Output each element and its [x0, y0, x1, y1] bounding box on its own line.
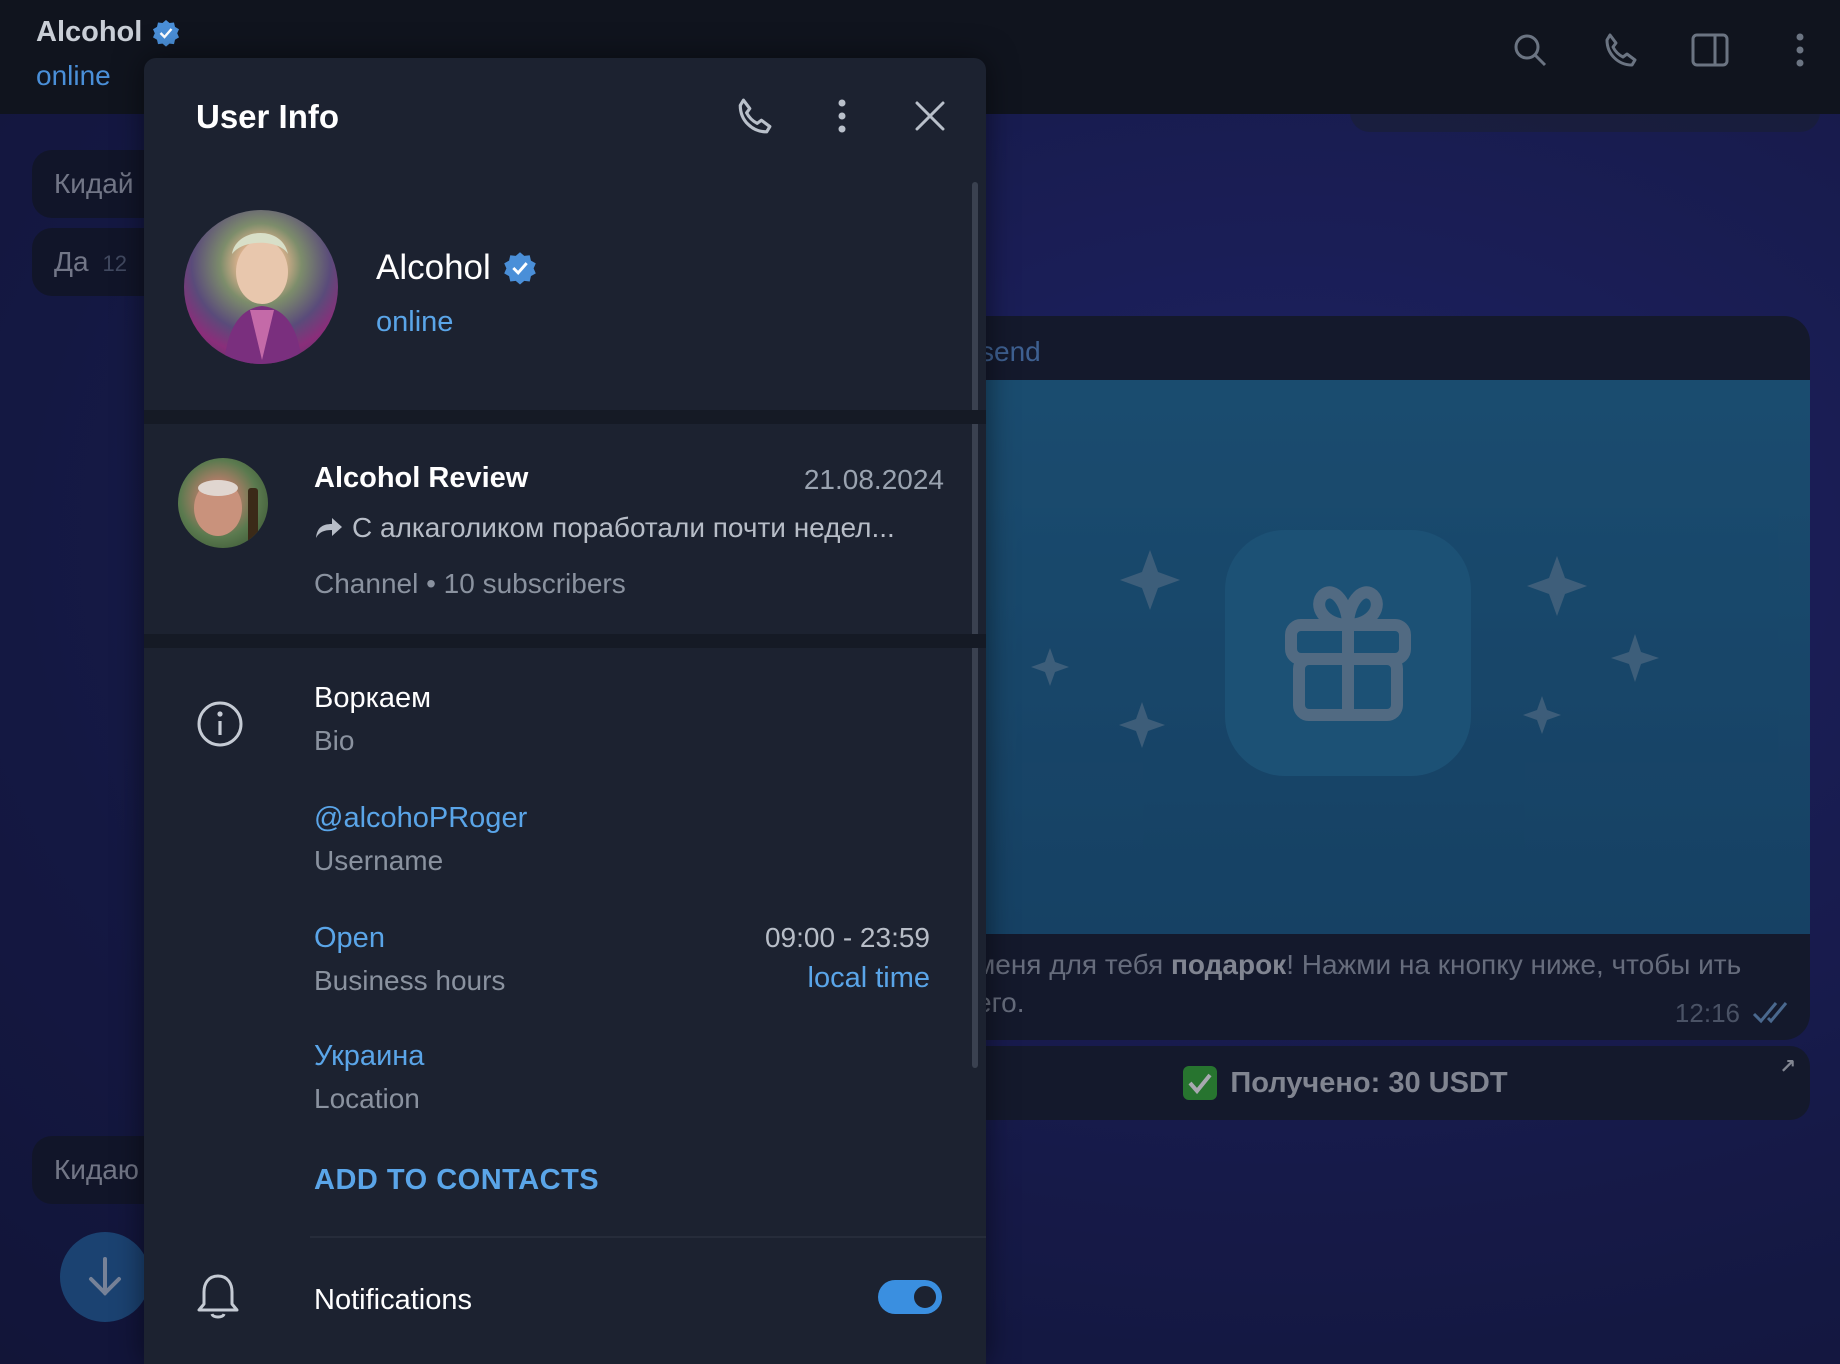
- business-hours-label: Business hours: [314, 965, 506, 996]
- user-info-panel: User Info Alcohol online Alcohol Review …: [144, 58, 986, 1364]
- more-menu-icon[interactable]: [822, 96, 862, 136]
- info-icon: [196, 700, 244, 753]
- channel-meta: Channel • 10 subscribers: [314, 568, 626, 599]
- info-section: Воркаем Bio @alcohoPRoger Username Open …: [144, 648, 986, 1364]
- notifications-toggle[interactable]: [878, 1280, 942, 1314]
- bell-icon: [196, 1272, 240, 1325]
- channel-last-message: С алкаголиком поработали почти недел...: [314, 512, 934, 544]
- panel-title: User Info: [196, 98, 340, 135]
- business-hours-row[interactable]: Open Business hours: [314, 922, 505, 997]
- personal-channel[interactable]: Alcohol Review 21.08.2024 С алкаголиком …: [144, 424, 986, 634]
- username-row[interactable]: @alcohoPRoger Username: [314, 802, 527, 877]
- section-separator: [144, 410, 986, 424]
- notifications-label: Notifications: [314, 1284, 472, 1316]
- profile-name-text: Alcohol: [376, 248, 491, 287]
- channel-date: 21.08.2024: [803, 464, 944, 495]
- location-label: Location: [314, 1083, 420, 1114]
- business-status: Open: [314, 922, 385, 954]
- phone-icon[interactable]: [734, 96, 774, 136]
- channel-name: Alcohol Review: [314, 462, 529, 494]
- business-hours-value: 09:00 - 23:59: [764, 922, 930, 953]
- bio-value: Воркаем: [314, 682, 432, 714]
- username-label: Username: [314, 845, 444, 876]
- section-separator: [144, 634, 986, 648]
- verified-icon: [504, 252, 536, 285]
- sidebar-toggle-icon[interactable]: [1690, 30, 1730, 70]
- local-time-toggle[interactable]: local time: [765, 962, 931, 995]
- channel-message-text: С алкаголиком поработали почти недел...: [352, 512, 895, 543]
- chat-status: online: [36, 60, 111, 91]
- add-to-contacts-button[interactable]: ADD TO CONTACTS: [314, 1164, 599, 1197]
- profile-section: Alcohol online: [144, 176, 986, 410]
- location-row[interactable]: Украина Location: [314, 1040, 424, 1115]
- divider: [310, 1236, 986, 1238]
- search-icon[interactable]: [1510, 30, 1550, 70]
- channel-avatar: [178, 458, 268, 548]
- phone-icon[interactable]: [1600, 30, 1640, 70]
- avatar[interactable]: [184, 210, 338, 364]
- toggle-knob: [910, 1282, 940, 1312]
- username-value: @alcohoPRoger: [314, 802, 528, 834]
- business-hours-time: 09:00 - 23:59 local time: [765, 922, 930, 995]
- chat-title-text: Alcohol: [36, 16, 143, 48]
- panel-header: User Info: [144, 58, 986, 176]
- more-menu-icon[interactable]: [1780, 30, 1820, 70]
- profile-name: Alcohol: [376, 248, 537, 288]
- location-value: Украина: [314, 1040, 425, 1072]
- close-icon[interactable]: [910, 96, 950, 136]
- chat-title[interactable]: Alcohol: [36, 16, 180, 49]
- forward-icon: [316, 518, 342, 538]
- bio-row[interactable]: Воркаем Bio: [314, 682, 431, 757]
- bio-label: Bio: [314, 725, 355, 756]
- profile-status: online: [376, 306, 454, 338]
- verified-icon: [153, 19, 180, 47]
